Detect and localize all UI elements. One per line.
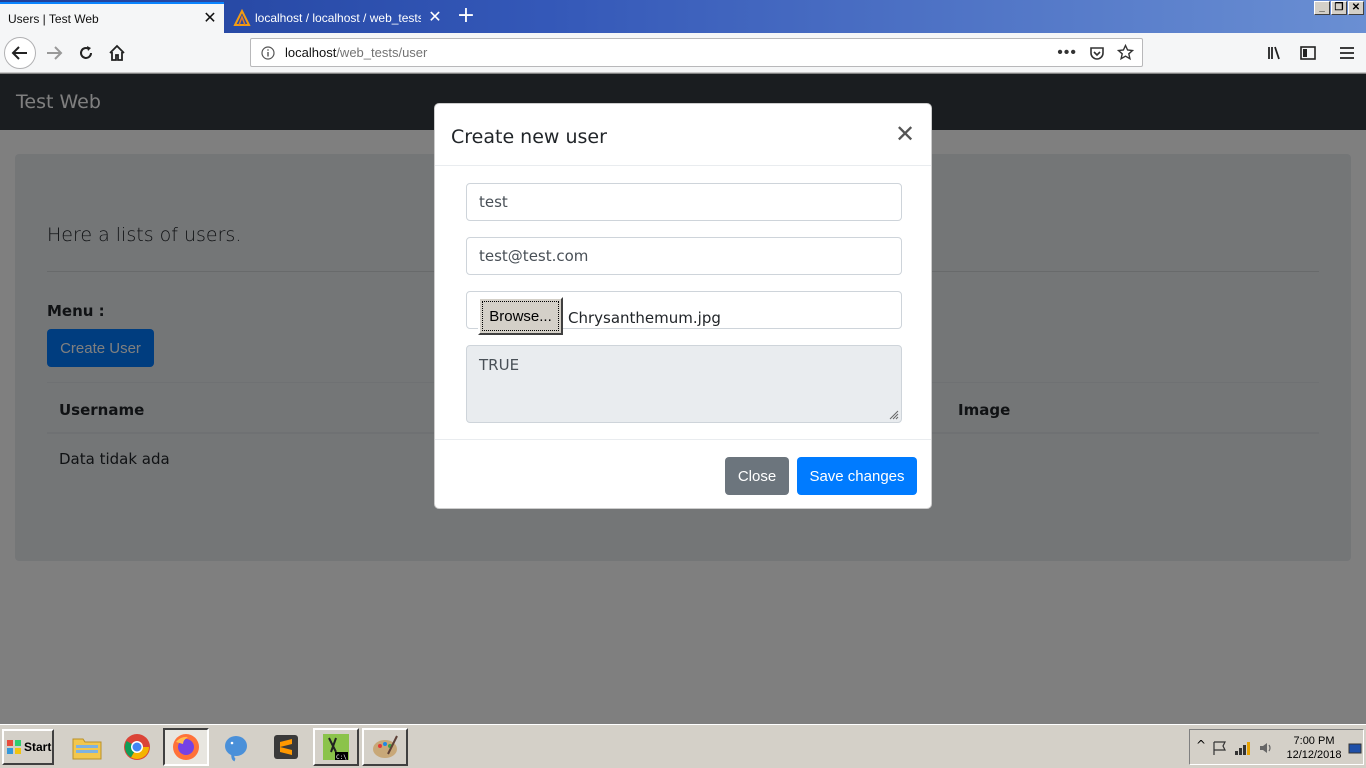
tab-title: localhost / localhost / web_tests | [255, 10, 421, 25]
firefox-icon [173, 734, 199, 760]
more-actions-icon[interactable]: ••• [1057, 44, 1077, 62]
folder-icon [72, 738, 102, 760]
volume-icon[interactable] [1258, 740, 1274, 756]
url-bar[interactable]: localhost/web_tests/user ••• [250, 38, 1143, 67]
email-input[interactable] [466, 237, 902, 275]
resize-grip-icon[interactable] [887, 408, 899, 420]
info-icon[interactable] [261, 45, 275, 60]
create-user-modal: Create new user ✕ Browse... Chrysanthemu… [434, 103, 932, 509]
window-close-icon[interactable]: ✕ [1348, 1, 1364, 15]
url-path: /web_tests/user [336, 45, 428, 60]
start-label: Start [24, 740, 52, 754]
clock[interactable]: 7:00 PM 12/12/2018 [1282, 734, 1346, 762]
network-icon[interactable] [1234, 740, 1252, 756]
sidebar-button[interactable] [1292, 37, 1324, 69]
page-content: Test Web Here a lists of users. Menu : C… [0, 74, 1366, 724]
modal-title: Create new user [451, 126, 607, 148]
minimize-icon[interactable]: _ [1314, 1, 1330, 15]
clock-time: 7:00 PM [1293, 735, 1335, 747]
window-controls: _ ❐ ✕ [1314, 1, 1364, 15]
url-actions: ••• [1057, 44, 1134, 62]
tray-expand-icon[interactable]: ^ [1196, 738, 1206, 752]
browse-button[interactable]: Browse... [478, 297, 563, 335]
url-host: localhost [285, 45, 337, 60]
phpmyadmin-icon [233, 8, 251, 26]
paint-icon [373, 735, 398, 758]
modal-footer: Close Save changes [435, 439, 931, 509]
selected-file-name: Chrysanthemum.jpg [568, 309, 721, 327]
svg-text:C:\: C:\ [336, 754, 347, 761]
library-icon [1268, 46, 1280, 60]
windows-logo-icon [7, 740, 21, 754]
taskbar-console[interactable]: C:\ [313, 728, 359, 766]
forward-arrow-icon [47, 46, 63, 60]
username-input[interactable] [466, 183, 902, 221]
show-desktop-icon[interactable] [1348, 743, 1362, 755]
back-button[interactable] [4, 37, 36, 69]
reload-button[interactable] [70, 37, 102, 69]
taskbar-sublime[interactable] [263, 728, 309, 766]
system-tray: ^ 7:00 PM 12/12/2018 [1189, 729, 1364, 765]
back-arrow-icon [11, 46, 27, 60]
taskbar-paint[interactable] [362, 728, 408, 766]
taskbar: Start C:\ ^ 7:00 PM 12/12/2018 [0, 724, 1366, 768]
tab-title: Users | Test Web [8, 11, 99, 26]
taskbar-pgadmin[interactable] [213, 728, 259, 766]
modal-close-icon[interactable]: ✕ [895, 122, 915, 146]
forward-button[interactable] [38, 37, 70, 69]
tab-close-icon[interactable]: ✕ [196, 3, 224, 34]
tab-close-icon[interactable]: ✕ [421, 2, 449, 33]
browser-tab-bar: Users | Test Web ✕ localhost / localhost… [0, 0, 1366, 33]
tab-phpmyadmin[interactable]: localhost / localhost / web_tests | ✕ [225, 2, 449, 33]
tab-users[interactable]: Users | Test Web ✕ [0, 2, 224, 33]
browser-nav-bar: localhost/web_tests/user ••• [0, 33, 1366, 73]
taskbar-firefox[interactable] [163, 728, 209, 766]
hamburger-menu-icon [1340, 47, 1354, 59]
home-icon [109, 44, 125, 61]
status-textarea[interactable]: TRUE [466, 345, 902, 423]
menu-button[interactable] [1331, 37, 1363, 69]
chrome-icon [124, 734, 150, 760]
close-button[interactable]: Close [725, 457, 789, 495]
taskbar-chrome[interactable] [114, 728, 160, 766]
clock-date: 12/12/2018 [1286, 749, 1342, 761]
new-tab-icon[interactable]: + [452, 3, 480, 31]
url-text[interactable]: localhost/web_tests/user [285, 45, 1057, 60]
home-button[interactable] [101, 37, 133, 69]
modal-header: Create new user ✕ [435, 104, 931, 166]
reload-icon [80, 46, 92, 59]
sidebar-icon [1300, 46, 1316, 60]
pocket-icon[interactable] [1089, 45, 1105, 61]
bookmark-star-icon[interactable] [1117, 44, 1134, 61]
sublime-text-icon [274, 735, 298, 759]
library-button[interactable] [1260, 37, 1292, 69]
start-button[interactable]: Start [2, 729, 54, 765]
save-changes-button[interactable]: Save changes [797, 457, 917, 495]
flag-icon[interactable] [1212, 740, 1228, 756]
textarea-value: TRUE [479, 356, 520, 374]
console-icon: C:\ [323, 734, 349, 761]
taskbar-explorer[interactable] [64, 728, 110, 766]
elephant-icon [225, 736, 247, 762]
restore-icon[interactable]: ❐ [1331, 1, 1347, 15]
